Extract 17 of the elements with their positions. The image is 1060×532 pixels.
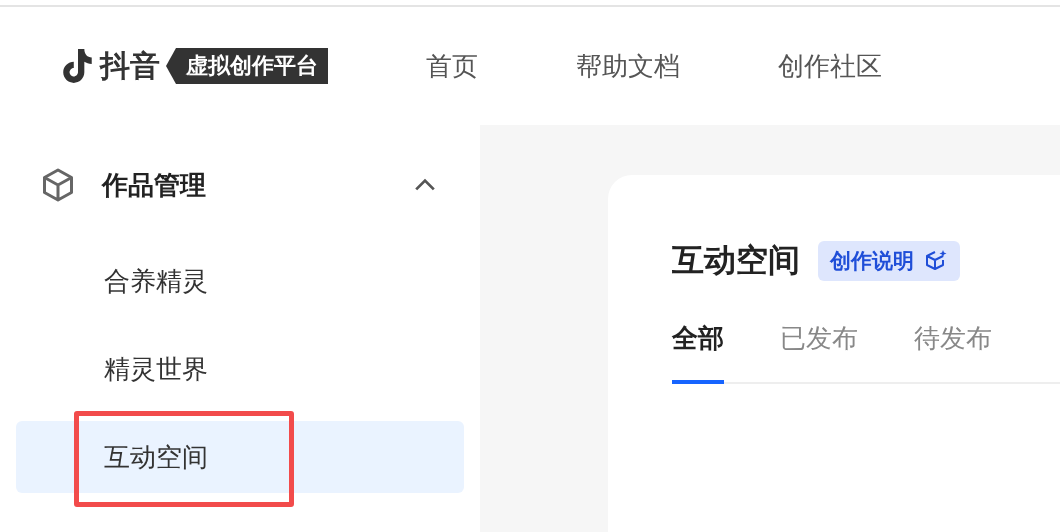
nav-link[interactable]: 帮助文档 [576, 48, 680, 84]
brand-name: 抖音 [100, 46, 160, 85]
note-logo-icon [62, 47, 94, 85]
cube-icon [40, 167, 76, 203]
tab[interactable]: 已发布 [780, 321, 858, 384]
sidebar-item[interactable]: 互动空间 [16, 421, 464, 493]
sidebar-item[interactable]: 精灵世界 [16, 333, 464, 405]
cube-sparkle-icon [924, 249, 948, 273]
tab[interactable]: 待发布 [914, 321, 992, 384]
product-tag: 虚拟创作平台 [166, 48, 328, 84]
guide-button[interactable]: 创作说明 [818, 241, 960, 281]
page-title: 互动空间 [672, 240, 800, 281]
tab[interactable]: 全部 [672, 321, 724, 384]
nav-link[interactable]: 创作社区 [778, 48, 882, 84]
sidebar-group[interactable]: 作品管理 [16, 125, 464, 245]
sidebar-item[interactable]: 合养精灵 [16, 245, 464, 317]
nav-link[interactable]: 首页 [426, 48, 478, 84]
